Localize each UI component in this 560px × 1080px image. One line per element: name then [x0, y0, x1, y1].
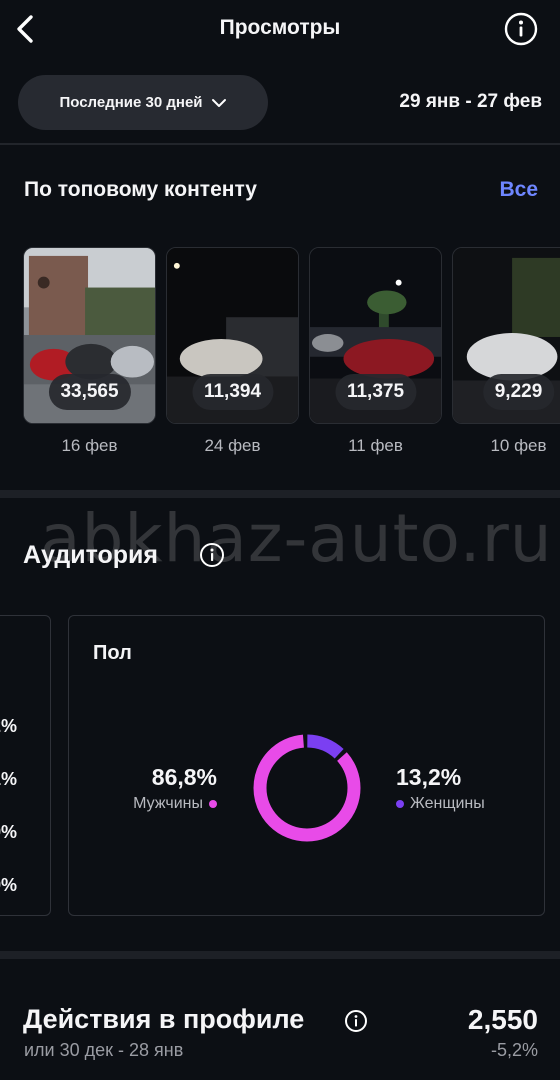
profile-actions-value: 2,550 [467, 1004, 538, 1035]
content-thumbnail[interactable]: 11,394 [166, 247, 299, 424]
age-percentage: 2% [0, 716, 18, 736]
section-divider [0, 951, 560, 959]
views-count: 11,394 [191, 374, 274, 410]
top-content-carousel: 33,565 16 фев 11,394 24 фев 11,375 11 фе… [23, 247, 560, 467]
content-thumbnail[interactable]: 11,375 [309, 247, 442, 424]
chevron-down-icon [211, 98, 226, 107]
female-stat: 13,2% Женщины [396, 764, 485, 813]
gender-panel-title: Пол [93, 642, 132, 664]
male-label: Мужчины [133, 795, 203, 812]
content-date: 16 фев [61, 436, 118, 455]
gender-panel[interactable]: Пол 86,8% Мужчины 13,2% Женщины [68, 615, 545, 916]
views-count: 9,229 [482, 374, 555, 410]
age-percentage: 9% [0, 822, 18, 842]
female-label: Женщины [410, 795, 485, 812]
section-divider [0, 490, 560, 498]
female-legend-dot [396, 800, 404, 808]
see-all-link[interactable]: Все [499, 178, 538, 202]
filter-row: Последние 30 дней 29 янв - 27 фев [0, 75, 560, 131]
info-icon[interactable] [504, 12, 538, 46]
male-label-row: Мужчины [133, 795, 217, 813]
male-legend-dot [209, 800, 217, 808]
divider [0, 143, 560, 145]
profile-actions-title: Действия в профиле [23, 1004, 305, 1034]
male-percentage: 86,8% [151, 764, 217, 790]
profile-actions-change: -5,2% [490, 1040, 538, 1060]
profile-actions-compare-period: или 30 дек - 28 янв [24, 1040, 184, 1060]
content-card[interactable]: 9,229 10 фев [452, 247, 560, 456]
age-percentage: 1% [0, 769, 18, 789]
content-card[interactable]: 11,375 11 фев [309, 247, 442, 456]
age-panel-partial[interactable]: 2% 1% 9% 9% [0, 615, 51, 916]
female-label-row: Женщины [396, 795, 485, 813]
top-content-title: По топовому контенту [24, 178, 257, 201]
page-title: Просмотры [219, 16, 341, 39]
info-icon[interactable] [344, 1009, 368, 1033]
content-date: 11 фев [348, 436, 403, 455]
gender-donut-chart [253, 734, 361, 842]
age-percentage: 9% [0, 875, 18, 895]
content-date: 10 фев [490, 436, 547, 455]
male-segment [253, 734, 361, 842]
date-range-text: 29 янв - 27 фев [399, 91, 542, 112]
female-percentage: 13,2% [396, 764, 462, 790]
date-range-dropdown[interactable]: Последние 30 дней [18, 75, 268, 130]
content-card[interactable]: 11,394 24 фев [166, 247, 299, 456]
male-stat: 86,8% Мужчины [133, 764, 217, 813]
content-thumbnail[interactable]: 33,565 [23, 247, 156, 424]
info-icon[interactable] [199, 542, 225, 568]
audience-title: Аудитория [23, 541, 158, 569]
header: Просмотры [0, 0, 560, 58]
date-range-dropdown-label: Последние 30 дней [59, 94, 203, 111]
content-thumbnail[interactable]: 9,229 [452, 247, 560, 424]
views-count: 33,565 [48, 374, 131, 410]
content-card[interactable]: 33,565 16 фев [23, 247, 156, 456]
views-count: 11,375 [334, 374, 417, 410]
content-date: 24 фев [204, 436, 261, 455]
